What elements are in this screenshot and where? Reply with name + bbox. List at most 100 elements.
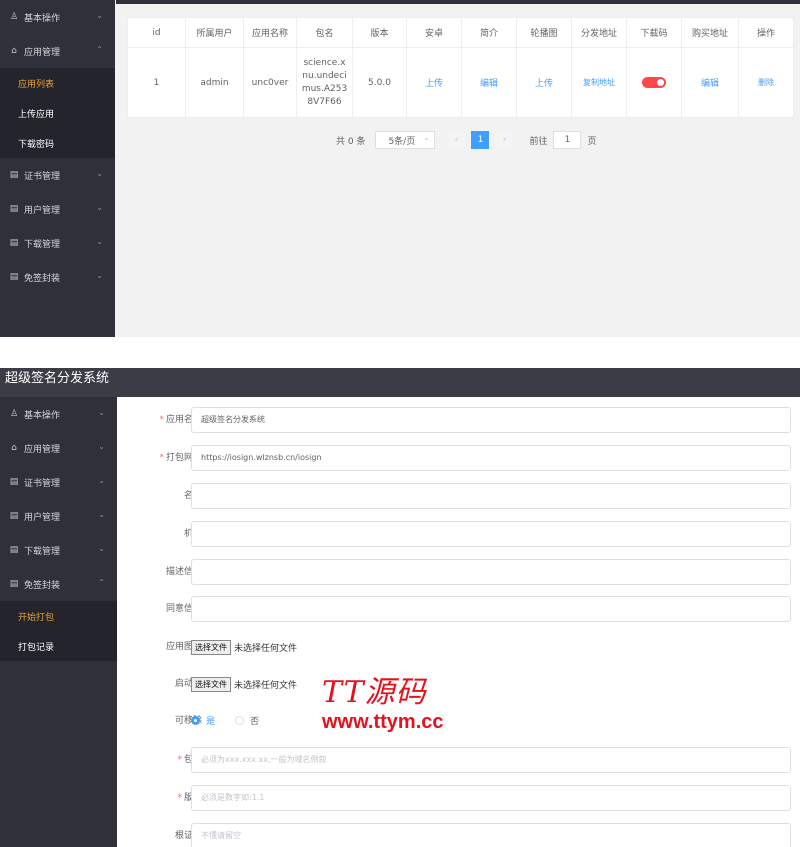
delete-link[interactable]: 删除 [758, 78, 774, 87]
chevron-down-icon: ⌄ [96, 237, 103, 246]
col-header-app-name: 应用名称 [243, 17, 297, 48]
cell-id: 1 [127, 47, 186, 118]
user-icon: ♙ [9, 409, 19, 419]
sidebar-subitem-download-password[interactable]: 下载密码 [0, 128, 115, 158]
col-header-dist-url: 分发地址 [571, 17, 627, 48]
package-input[interactable]: 必须为xxx.xxx.xx,一般为域名倒叙 [191, 747, 791, 773]
sidebar-subitem-app-list[interactable]: 应用列表 [0, 68, 115, 98]
carousel-upload-link[interactable]: 上传 [535, 79, 553, 89]
col-header-carousel: 轮播图 [516, 17, 572, 48]
next-page-button[interactable]: › [495, 131, 514, 149]
page-size-select[interactable]: 5条/页 ⌄ [375, 131, 436, 149]
user-icon: ♙ [9, 12, 19, 22]
android-upload-link[interactable]: 上传 [425, 79, 443, 89]
radio-yes[interactable] [191, 716, 200, 725]
app-name-input[interactable]: 超级签名分发系统 [191, 407, 791, 433]
required-mark: * [159, 415, 164, 425]
sidebar-item-free-sign[interactable]: ▤ 免签封装 ⌄ [0, 260, 115, 294]
version-input[interactable]: 必须是数字如:1.1 [191, 785, 791, 811]
radio-yes-label: 是 [206, 717, 216, 727]
sidebar-item-label: 证书管理 [24, 478, 61, 489]
chevron-down-icon: ⌄ [423, 134, 430, 142]
col-header-user: 所属用户 [185, 17, 244, 48]
sidebar-item-app-mgmt[interactable]: ⌂ 应用管理 ⌄ [0, 431, 117, 465]
cell-intro: 编辑 [461, 47, 517, 118]
goto-label: 前往 [529, 136, 548, 147]
no-file-text: 未选择任何文件 [234, 644, 298, 654]
pack-form: * 应用名称 超级签名分发系统 * 打包网址 https://iosign.wlzn… [118, 397, 800, 847]
name-input[interactable] [191, 483, 791, 509]
radio-no-label: 否 [250, 717, 260, 727]
chevron-down-icon: ⌄ [96, 169, 103, 178]
prev-page-button[interactable]: ‹ [447, 131, 466, 149]
document-icon: ▤ [9, 204, 19, 214]
col-header-android: 安卓 [406, 17, 462, 48]
cell-download-code [626, 47, 682, 118]
choose-file-button[interactable]: 选择文件 [191, 677, 231, 692]
cell-user: admin [185, 47, 244, 118]
sidebar-item-user-mgmt[interactable]: ▤ 用户管理 ⌄ [0, 499, 117, 533]
sidebar-subitem-start-pack[interactable]: 开始打包 [0, 601, 117, 631]
intro-edit-link[interactable]: 编辑 [480, 79, 498, 89]
watermark-logo: TT源码 www.ttym.cc [322, 676, 472, 740]
col-header-buy-url: 购买地址 [681, 17, 739, 48]
form-row-consent: 同意信息 [118, 596, 800, 622]
sidebar-item-user-mgmt[interactable]: ▤ 用户管理 ⌄ [0, 192, 115, 226]
sidebar-item-download-mgmt[interactable]: ▤ 下载管理 ⌄ [0, 533, 117, 567]
col-header-package: 包名 [296, 17, 353, 48]
col-header-download-code: 下载码 [626, 17, 682, 48]
sidebar-item-cert-mgmt[interactable]: ▤ 证书管理 ⌄ [0, 158, 115, 192]
chevron-down-icon: ⌄ [96, 11, 103, 20]
sidebar-item-label: 下载管理 [24, 239, 61, 250]
form-row-name: 名称 [118, 483, 800, 509]
cell-dist-url: 复制地址 [571, 47, 627, 118]
org-input[interactable] [191, 521, 791, 547]
required-mark: * [177, 755, 182, 765]
app-table: id 所属用户 应用名称 包名 版本 安卓 简介 轮播图 分发地址 下载码 购买… [127, 17, 794, 118]
top-header-bar [116, 0, 800, 4]
total-count: 共 0 条 [336, 136, 366, 147]
page-number-current[interactable]: 1 [471, 131, 490, 149]
sidebar-item-label: 用户管理 [24, 512, 61, 523]
chevron-down-icon: ⌄ [98, 408, 105, 417]
download-code-toggle[interactable] [642, 77, 666, 88]
desc-input[interactable] [191, 559, 791, 585]
watermark-url: www.ttym.cc [322, 711, 444, 733]
sidebar-subitem-pack-records[interactable]: 打包记录 [0, 631, 117, 661]
chevron-up-icon: ⌃ [96, 45, 103, 54]
sidebar-item-download-mgmt[interactable]: ▤ 下载管理 ⌄ [0, 226, 115, 260]
chevron-up-icon: ⌃ [98, 578, 105, 587]
radio-no[interactable] [235, 716, 245, 725]
cell-carousel: 上传 [516, 47, 572, 118]
copy-url-link[interactable]: 复制地址 [583, 78, 615, 87]
buy-url-edit-link[interactable]: 编辑 [701, 79, 719, 89]
required-mark: * [177, 793, 182, 803]
chevron-down-icon: ⌄ [98, 476, 105, 485]
sidebar-item-free-sign[interactable]: ▤ 免签封装 ⌃ [0, 567, 117, 601]
sidebar-item-label: 下载管理 [24, 546, 61, 557]
choose-file-button[interactable]: 选择文件 [191, 640, 231, 655]
consent-input[interactable] [191, 596, 791, 622]
sidebar-item-basic-ops[interactable]: ♙ 基本操作 ⌄ [0, 397, 117, 431]
sidebar-item-basic-ops[interactable]: ♙ 基本操作 ⌄ [0, 0, 115, 34]
sidebar: ♙ 基本操作 ⌄ ⌂ 应用管理 ⌄ ▤ 证书管理 ⌄ ▤ 用户管理 ⌄ ▤ 下载… [0, 397, 117, 847]
page-title: 超级签名分发系统 [0, 368, 800, 397]
form-row-desc: 描述信息 [118, 559, 800, 585]
app-list-screenshot: ♙ 基本操作 ⌄ ⌂ 应用管理 ⌃ 应用列表 上传应用 下载密码 ▤ 证书管理 … [0, 0, 800, 337]
goto-page-input[interactable]: 1 [553, 131, 582, 149]
sidebar-item-app-mgmt[interactable]: ⌂ 应用管理 ⌃ [0, 34, 115, 68]
col-header-intro: 简介 [461, 17, 517, 48]
sidebar-subitem-upload-app[interactable]: 上传应用 [0, 98, 115, 128]
sidebar-item-cert-mgmt[interactable]: ▤ 证书管理 ⌄ [0, 465, 117, 499]
cell-buy-url: 编辑 [681, 47, 739, 118]
form-row-pack-url: * 打包网址 https://iosign.wlznsb.cn/iosign [118, 445, 800, 471]
cell-package: science.xnu.undecimus.A2538V7F66 [296, 47, 353, 118]
watermark-brand: TT源码 [322, 675, 427, 710]
pack-url-input[interactable]: https://iosign.wlznsb.cn/iosign [191, 445, 791, 471]
sidebar: ♙ 基本操作 ⌄ ⌂ 应用管理 ⌃ 应用列表 上传应用 下载密码 ▤ 证书管理 … [0, 0, 115, 337]
document-icon: ▤ [9, 272, 19, 282]
root-cert-input[interactable]: 不懂请留空 [191, 823, 791, 847]
form-row-root-cert: 根证书 不懂请留空 [118, 823, 800, 847]
cell-action: 删除 [738, 47, 794, 118]
sidebar-item-label: 应用管理 [24, 444, 61, 455]
